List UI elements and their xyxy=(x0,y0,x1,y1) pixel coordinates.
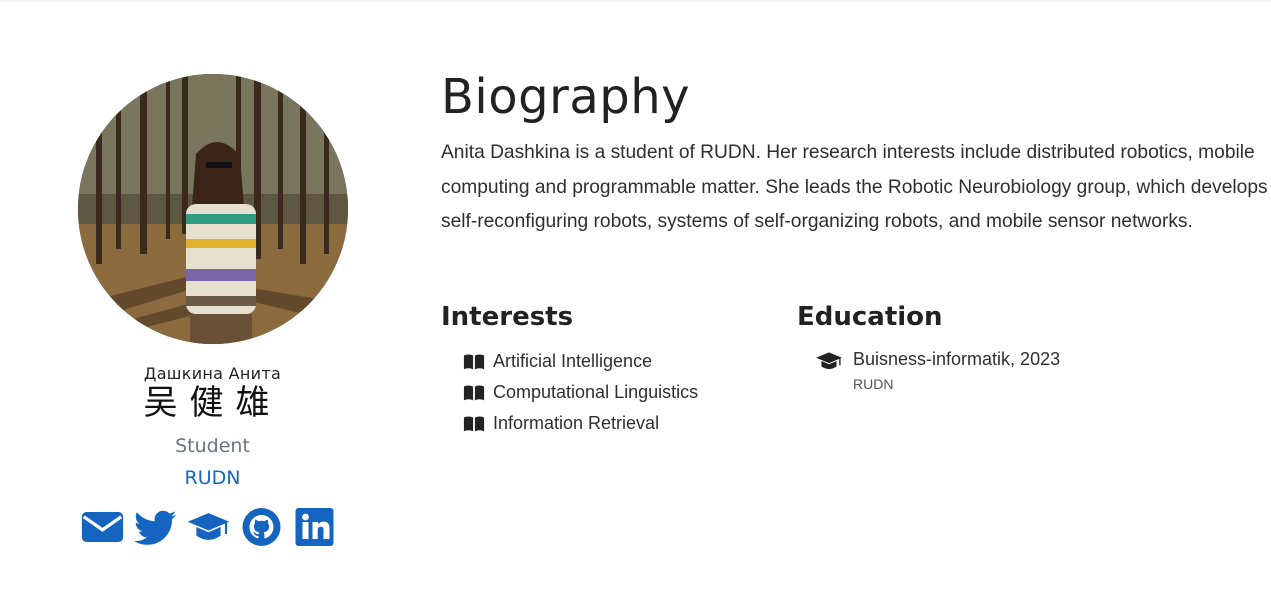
twitter-link[interactable] xyxy=(133,507,178,547)
social-links xyxy=(60,507,365,547)
github-icon xyxy=(242,508,281,546)
education-item: Buisness-informatik, 2023 RUDN xyxy=(797,346,1237,392)
biography-title: Biography xyxy=(441,69,691,125)
list-item: Information Retrieval xyxy=(441,408,771,439)
list-item: Computational Linguistics xyxy=(441,377,771,408)
top-divider xyxy=(0,0,1271,2)
email-link[interactable] xyxy=(80,507,125,547)
book-icon xyxy=(463,415,485,433)
avatar xyxy=(77,74,348,344)
graduation-cap-icon xyxy=(815,349,843,373)
profile-organization-link[interactable]: RUDN xyxy=(185,467,241,489)
interests-section: Interests Artificial Intelligence Comput… xyxy=(441,300,771,439)
education-institution: RUDN xyxy=(853,376,894,392)
interest-label: Computational Linguistics xyxy=(493,382,699,402)
biography-text: Anita Dashkina is a student of RUDN. Her… xyxy=(441,142,1268,232)
interests-list: Artificial Intelligence Computational Li… xyxy=(441,346,771,439)
biography-section: Biography Anita Dashkina is a student of… xyxy=(441,68,1271,240)
profile-role: Student xyxy=(175,435,250,457)
profile-name-cn: 吴健雄 xyxy=(143,383,282,423)
list-item: Artificial Intelligence xyxy=(441,346,771,377)
twitter-icon xyxy=(134,510,177,545)
education-title: Education xyxy=(797,302,943,332)
envelope-icon xyxy=(81,512,124,542)
book-icon xyxy=(463,384,485,402)
linkedin-icon xyxy=(295,508,334,546)
book-icon xyxy=(463,353,485,371)
interests-title: Interests xyxy=(441,302,574,332)
education-section: Education Buisness-informatik, 2023 RUDN xyxy=(797,300,1237,392)
profile-name: Дашкина Анита xyxy=(143,364,282,383)
profile-card: Дашкина Анита 吴健雄 Student RUDN xyxy=(60,74,365,547)
interest-label: Information Retrieval xyxy=(493,413,660,433)
education-course: Buisness-informatik, 2023 xyxy=(853,349,1061,369)
graduation-cap-icon xyxy=(187,513,230,540)
github-link[interactable] xyxy=(239,507,284,547)
avatar-photo xyxy=(77,74,348,344)
google-scholar-link[interactable] xyxy=(186,507,231,547)
interest-label: Artificial Intelligence xyxy=(493,351,653,371)
linkedin-link[interactable] xyxy=(292,507,337,547)
